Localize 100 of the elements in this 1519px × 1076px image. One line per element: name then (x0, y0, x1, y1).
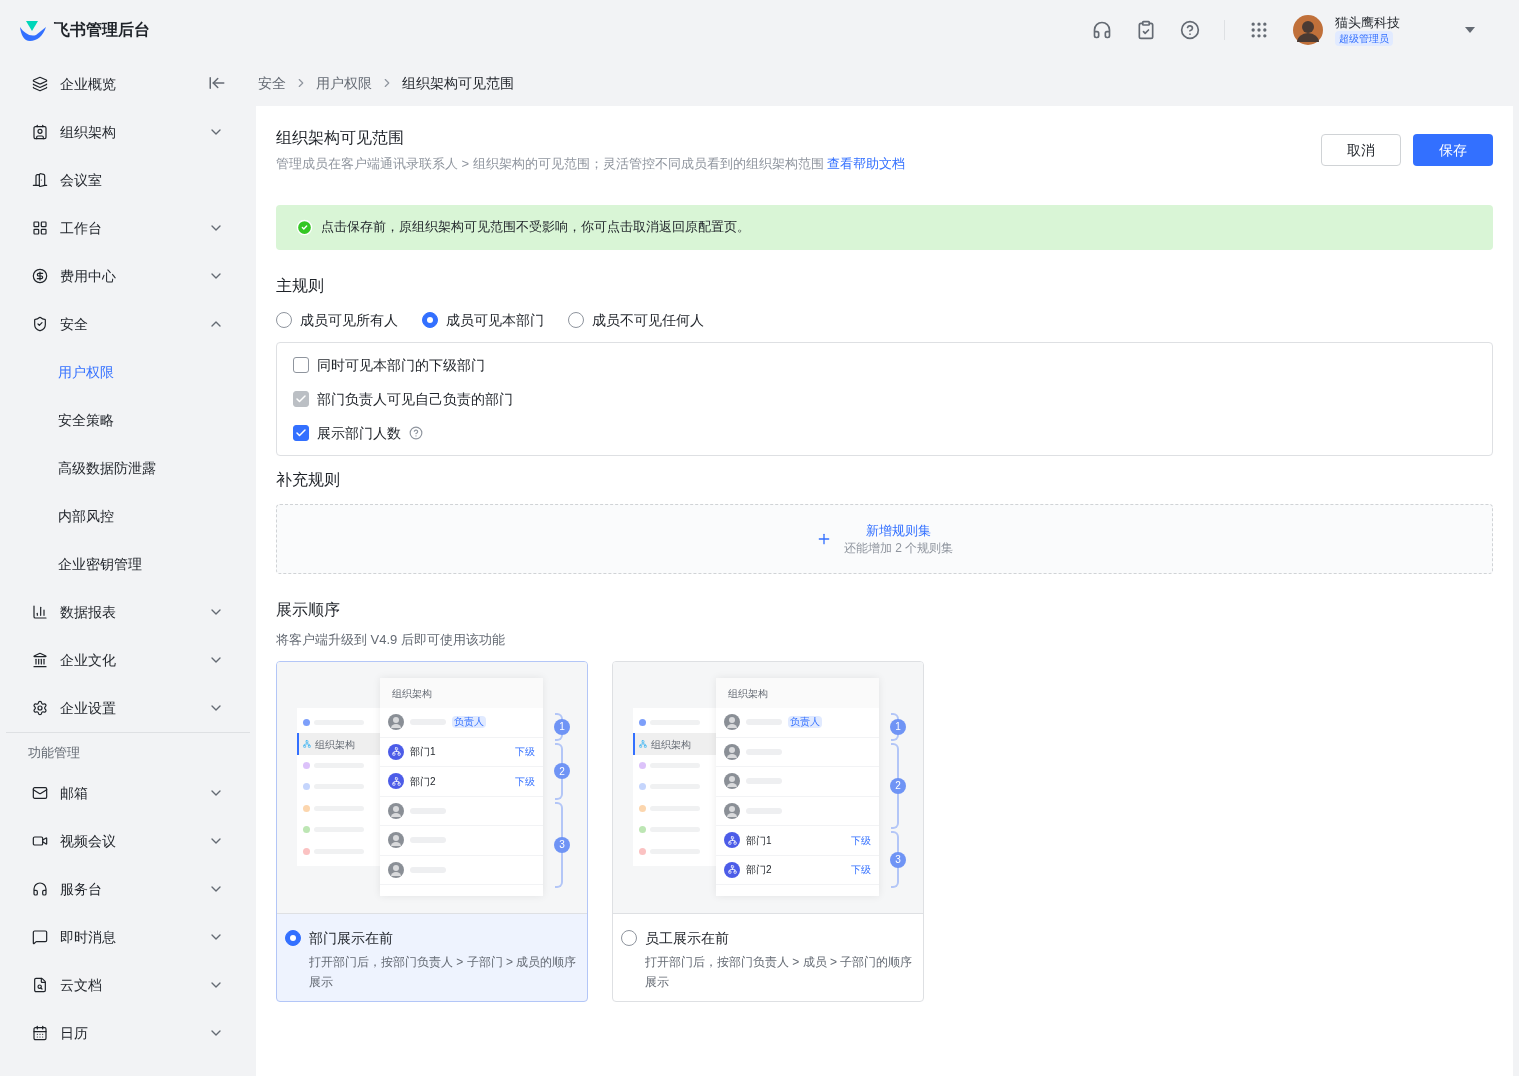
chat-icon (32, 929, 48, 945)
sidebar-item[interactable]: 云文档 (0, 961, 256, 1009)
sidebar-subitem[interactable]: 用户权限 (0, 348, 256, 396)
option-description: 打开部门后，按部门负责人 > 成员 > 子部门的顺序展示 (645, 954, 914, 991)
avatar-icon (388, 861, 404, 878)
breadcrumb-item[interactable]: 用户权限 (316, 73, 372, 93)
checkbox-label: 同时可见本部门的下级部门 (317, 355, 485, 375)
headset-icon[interactable] (1092, 20, 1112, 40)
option-title: 部门展示在前 (309, 929, 394, 948)
section-title: 展示顺序 (276, 599, 341, 620)
building-icon (32, 652, 48, 668)
radio-button[interactable] (621, 930, 637, 946)
sidebar-item[interactable]: 企业设置 (0, 684, 256, 732)
mini-panel-title: 组织架构 (392, 686, 432, 701)
bar-chart-icon (32, 604, 48, 620)
option-description: 打开部门后，按部门负责人 > 子部门 > 成员的顺序展示 (309, 954, 578, 991)
check-icon (295, 392, 307, 405)
department-icon (388, 773, 404, 790)
rule-set-hint: 还能增加 2 个规则集 (843, 540, 954, 557)
sidebar-item[interactable]: 工作台 (0, 204, 256, 252)
mini-panel-title: 组织架构 (728, 686, 768, 701)
department-name: 部门1 (410, 745, 437, 760)
checkbox[interactable] (293, 424, 309, 441)
sidebar-item[interactable]: 企业概览 (0, 60, 256, 108)
sidebar-item[interactable]: 视频会议 (0, 817, 256, 865)
grid-icon (32, 220, 48, 236)
department-name: 部门1 (746, 833, 773, 848)
sidebar-item[interactable]: 日历 (0, 1009, 256, 1057)
step-number: 3 (554, 836, 570, 853)
sidebar-item[interactable]: 企业文化 (0, 636, 256, 684)
step-number: 2 (890, 777, 906, 794)
step-number: 2 (554, 763, 570, 779)
add-rule-set-label: 新增规则集 (866, 521, 931, 540)
brand-name: 飞书管理后台 (54, 20, 150, 40)
logo-icon (20, 19, 46, 41)
radio-button[interactable] (422, 311, 438, 328)
add-rule-set-area[interactable]: 新增规则集 还能增加 2 个规则集 (276, 503, 1493, 574)
sidebar-item[interactable]: 组织架构 (0, 108, 256, 156)
role-tag: 负责人 (788, 716, 822, 729)
sidebar-item[interactable]: 数据报表 (0, 588, 256, 636)
mini-menu-item: 组织架构 (297, 733, 380, 755)
radio-button[interactable] (276, 311, 292, 328)
display-order-card[interactable]: 组织架构 组织架构 负责人 部门1 下级 部门2 下级 1 2 3 部门展示在前 打开部门后，按部门负责人 > 子部门 > 成员的顺序展示 (276, 661, 588, 1002)
sidebar-subitem[interactable]: 高级数据防泄露 (0, 444, 256, 492)
dropdown-caret-icon[interactable] (1465, 27, 1475, 33)
id-card-icon (32, 124, 48, 140)
radio-button[interactable] (568, 311, 584, 328)
avatar-icon (724, 773, 740, 790)
sidebar-item[interactable]: 费用中心 (0, 252, 256, 300)
step-number: 1 (890, 718, 906, 735)
avatar-icon (724, 802, 740, 819)
mail-icon (32, 785, 48, 801)
sub-link: 下级 (851, 863, 871, 878)
department-name: 部门2 (746, 863, 773, 878)
sidebar-item[interactable]: 会议室 (0, 156, 256, 204)
help-icon[interactable] (1180, 20, 1200, 40)
role-tag: 负责人 (452, 716, 486, 729)
page-description: 管理成员在客户端通讯录联系人 > 组织架构的可见范围；灵活管控不同成员看到的组织架构范围 查看帮助文档 (276, 155, 907, 173)
checkbox[interactable] (293, 356, 309, 373)
document-icon (32, 977, 48, 993)
sub-link: 下级 (515, 745, 535, 760)
sidebar-item[interactable]: 服务台 (0, 865, 256, 913)
check-circle-icon (296, 218, 313, 236)
display-order-card[interactable]: 组织架构 组织架构 负责人 部门1 下级 部门2 下级 1 2 3 员工展示在前 打开部门后，按部门负责人 > 成员 > 子部门的顺序展示 (612, 661, 924, 1002)
avatar-icon[interactable] (1293, 15, 1323, 45)
department-icon (388, 743, 404, 760)
checkbox-label: 展示部门人数 (317, 423, 401, 443)
collapse-icon[interactable] (208, 74, 226, 92)
sub-link: 下级 (851, 833, 871, 848)
clipboard-icon[interactable] (1136, 20, 1156, 40)
save-button[interactable]: 保存 (1413, 134, 1493, 166)
sidebar-item[interactable]: 邮箱 (0, 769, 256, 817)
department-icon (724, 861, 740, 878)
role-badge: 超级管理员 (1335, 30, 1393, 46)
user-name: 猫头鹰科技 (1335, 14, 1401, 31)
breadcrumb-item: 组织架构可见范围 (402, 74, 514, 93)
radio-label: 成员可见本部门 (446, 310, 544, 330)
avatar-icon (388, 802, 404, 819)
help-icon[interactable] (409, 425, 423, 440)
section-title: 主规则 (276, 275, 325, 296)
page-title: 组织架构可见范围 (276, 128, 405, 148)
org-icon (639, 740, 647, 749)
checkbox-label: 部门负责人可见自己负责的部门 (317, 389, 513, 409)
cancel-button[interactable]: 取消 (1321, 134, 1401, 166)
sidebar-item[interactable]: 安全 (0, 300, 256, 348)
section-title: 功能管理 (27, 744, 81, 763)
breadcrumb-item[interactable]: 安全 (258, 73, 286, 93)
department-name: 部门2 (410, 774, 437, 789)
video-icon (32, 833, 48, 849)
sidebar-subitem[interactable]: 企业密钥管理 (0, 540, 256, 588)
sidebar-subitem[interactable]: 安全策略 (0, 396, 256, 444)
sidebar-subitem[interactable]: 内部风控 (0, 492, 256, 540)
help-link[interactable]: 查看帮助文档 (827, 156, 906, 171)
check-icon (295, 426, 307, 439)
headset-icon (32, 881, 48, 897)
apps-grid-icon[interactable] (1249, 20, 1269, 40)
org-icon (303, 740, 311, 749)
sidebar-item[interactable]: 即时消息 (0, 913, 256, 961)
avatar-icon (388, 714, 404, 731)
radio-button[interactable] (285, 930, 301, 946)
